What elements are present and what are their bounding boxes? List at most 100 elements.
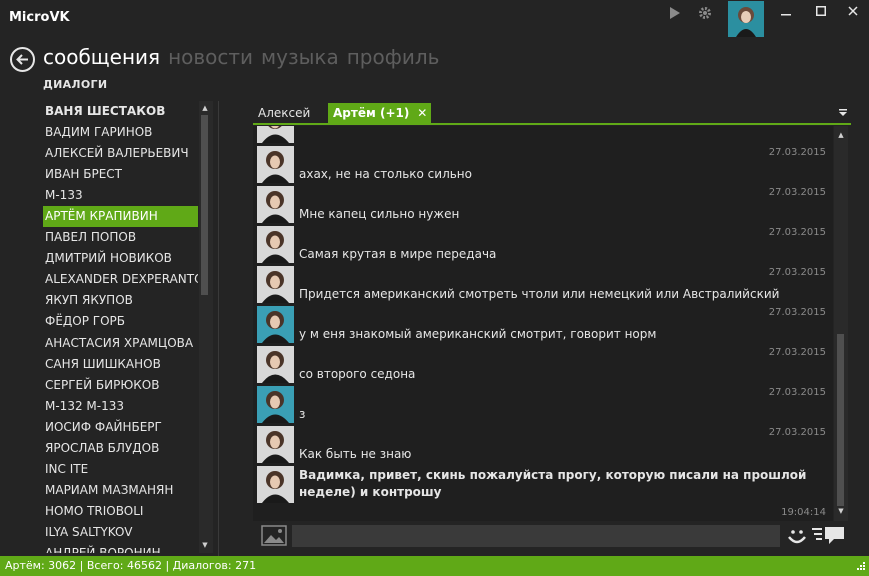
avatar	[257, 346, 294, 383]
scroll-thumb[interactable]	[837, 334, 844, 506]
message-date: 27.03.2015	[768, 307, 826, 318]
tab-artem[interactable]: Артём (+1) ✕	[328, 103, 432, 123]
main-nav: сообщения новости музыка профиль	[43, 45, 447, 69]
message-date: 27.03.2015	[768, 147, 826, 158]
contacts-scrollbar[interactable]: ▲ ▼	[199, 101, 213, 553]
contact-item[interactable]: Ilya Saltykov	[43, 522, 198, 543]
chat-bubble-icon[interactable]	[812, 525, 846, 547]
back-arrow-icon	[16, 54, 28, 65]
menu-icon[interactable]	[838, 108, 848, 118]
message-item: Как быть не знаю 27.03.2015	[253, 426, 833, 466]
status-text: Артём: 3062 | Всего: 46562 | Диалогов: 2…	[5, 559, 257, 572]
message-input[interactable]	[292, 525, 780, 547]
avatar	[257, 466, 294, 503]
message-date: 27.03.2015	[768, 187, 826, 198]
contact-item[interactable]: Иосиф Файнберг	[43, 417, 198, 438]
play-icon[interactable]	[668, 6, 682, 20]
scroll-up-arrow[interactable]: ▲	[199, 104, 211, 112]
message-date: 27.03.2015	[768, 227, 826, 238]
nav-profile[interactable]: профиль	[347, 45, 440, 69]
message-item: Вадимка, привет, скинь пожалуйста прогу,…	[253, 466, 833, 518]
minimize-button[interactable]	[771, 4, 801, 22]
avatar	[257, 266, 294, 303]
contact-item[interactable]: Якуп Якупов	[43, 290, 198, 311]
message-date: 27.03.2015	[768, 267, 826, 278]
contact-item[interactable]: Алексей Валерьевич	[43, 143, 198, 164]
message-text: со второго седона	[299, 367, 416, 381]
scroll-down-arrow[interactable]: ▼	[199, 541, 211, 549]
contact-item[interactable]: Homo Trioboli	[43, 501, 198, 522]
contact-item[interactable]: Ваня Шестаков	[43, 101, 198, 122]
message-item: со второго седона 27.03.2015	[253, 346, 833, 386]
contact-item[interactable]: М-132 М-133	[43, 396, 198, 417]
contact-item[interactable]: Фёдор Горб	[43, 311, 198, 332]
contact-item[interactable]: Павел Попов	[43, 227, 198, 248]
nav-music[interactable]: музыка	[261, 45, 339, 69]
title-bar: MicroVK	[0, 0, 869, 37]
avatar	[257, 226, 294, 263]
message-text: у м еня знакомый американский смотрит, г…	[299, 327, 657, 341]
gear-icon[interactable]	[698, 6, 712, 20]
avatar	[257, 186, 294, 223]
panel-divider	[218, 101, 219, 556]
user-avatar[interactable]	[728, 1, 764, 37]
message-item: у м еня знакомый американский смотрит, г…	[253, 306, 833, 346]
message-text: Мне капец сильно нужен	[299, 207, 460, 221]
avatar	[257, 126, 294, 143]
contact-item[interactable]: Саня Шишканов	[43, 354, 198, 375]
tab-label: Артём (+1)	[333, 106, 410, 120]
section-label: ДИАЛОГИ	[43, 78, 108, 91]
avatar	[257, 426, 294, 463]
back-button[interactable]	[10, 47, 35, 72]
resize-grip-icon[interactable]	[856, 561, 866, 571]
contact-item[interactable]: М-133	[43, 185, 198, 206]
contact-item[interactable]: Ярослав Блудов	[43, 438, 198, 459]
status-bar: Артём: 3062 | Всего: 46562 | Диалогов: 2…	[0, 556, 869, 576]
avatar	[257, 386, 294, 423]
message-text: з	[299, 407, 306, 421]
app-title: MicroVK	[9, 10, 70, 25]
nav-messages[interactable]: сообщения	[43, 45, 160, 69]
close-icon[interactable]: ✕	[417, 103, 427, 123]
contact-item[interactable]: INC ITE	[43, 459, 198, 480]
message-item: з 27.03.2015	[253, 386, 833, 426]
message-date: 27.03.2015	[768, 387, 826, 398]
message-item: ахах, не на столько сильно 27.03.2015	[253, 146, 833, 186]
message-text: Как быть не знаю	[299, 447, 412, 461]
messages-list: 27.03.2015 ахах, не на столько сильно 27.0…	[253, 126, 833, 521]
message-item: Придется американский смотреть чтоли или…	[253, 266, 833, 306]
message-date: 27.03.2015	[768, 427, 826, 438]
contact-item[interactable]: Alexander DexperantO	[43, 269, 198, 290]
contact-item[interactable]: Андрей Воронин	[43, 543, 198, 553]
scroll-thumb[interactable]	[201, 115, 208, 295]
scroll-up-arrow[interactable]: ▲	[835, 131, 847, 139]
contact-item[interactable]: Мариам Мазманян	[43, 480, 198, 501]
message-text: Самая крутая в мире передача	[299, 247, 497, 261]
image-icon[interactable]	[261, 525, 287, 546]
message-text: ахах, не на столько сильно	[299, 167, 472, 181]
contact-item[interactable]: Сергей Бирюков	[43, 375, 198, 396]
message-item: Мне капец сильно нужен 27.03.2015	[253, 186, 833, 226]
contact-item[interactable]: Артём Крапивин	[43, 206, 198, 228]
tab-aleksey[interactable]: Алексей	[253, 103, 315, 123]
contact-item[interactable]: Вадим Гаринов	[43, 122, 198, 143]
contact-item[interactable]: Анастасия Храмцова	[43, 333, 198, 354]
smile-icon[interactable]	[786, 525, 808, 547]
scroll-down-arrow[interactable]: ▼	[835, 507, 847, 515]
contact-item[interactable]: Иван Брест	[43, 164, 198, 185]
chat-tabs: Алексей Артём (+1) ✕	[253, 103, 851, 125]
close-button[interactable]	[838, 4, 868, 22]
message-date: 27.03.2015	[768, 347, 826, 358]
maximize-button[interactable]	[806, 4, 836, 22]
messages-scrollbar[interactable]: ▲ ▼	[834, 126, 848, 521]
avatar	[257, 146, 294, 183]
nav-news[interactable]: новости	[168, 45, 253, 69]
message-item: 27.03.2015	[253, 126, 833, 146]
message-text: Придется американский смотреть чтоли или…	[299, 287, 780, 301]
avatar	[257, 306, 294, 343]
message-date: 19:04:14	[781, 507, 826, 518]
message-item: Самая крутая в мире передача 27.03.2015	[253, 226, 833, 266]
message-text: Вадимка, привет, скинь пожалуйста прогу,…	[299, 468, 807, 499]
contact-item[interactable]: Дмитрий Новиков	[43, 248, 198, 269]
contacts-list: Ваня Шестаков Вадим Гаринов Алексей Валерь…	[43, 101, 198, 553]
